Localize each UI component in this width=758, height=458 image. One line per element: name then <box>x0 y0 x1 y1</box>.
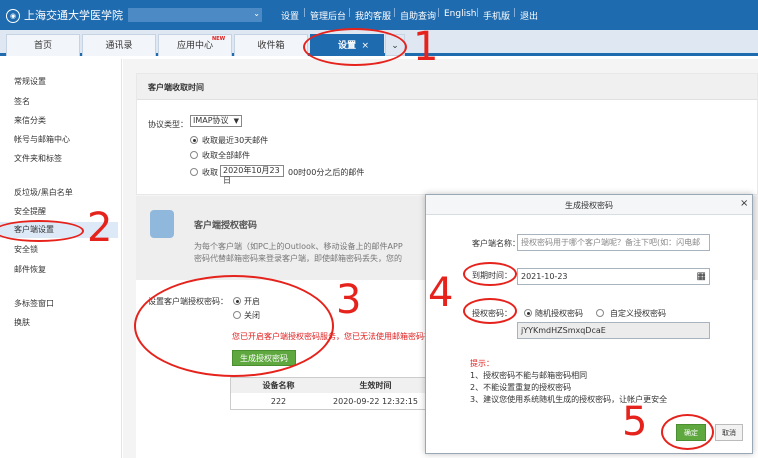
annotation-ring-3 <box>134 275 334 377</box>
tab-home[interactable]: 首页 <box>6 34 80 56</box>
calendar-icon[interactable]: ▦ <box>697 269 706 284</box>
protocol-label: 协议类型： <box>148 120 188 129</box>
tips-title: 提示： <box>470 359 494 368</box>
chevron-down-icon: ⌄ <box>253 9 260 18</box>
account-switcher[interactable]: ⌄ <box>128 8 262 22</box>
school-name: 上海交通大学医学院 <box>24 9 123 22</box>
table-header-time: 生效时间 <box>326 378 425 393</box>
sidebar-item-general[interactable]: 常规设置 <box>14 76 46 87</box>
close-icon[interactable]: × <box>740 198 748 209</box>
option-all-label: 收取全部邮件 <box>202 151 250 160</box>
annotation-number-3: 3 <box>336 277 362 323</box>
radio-custom-code[interactable] <box>596 309 604 317</box>
auth-code-input[interactable]: jYYKmdHZSmxqDcaE <box>517 322 710 339</box>
annotation-ring-1 <box>303 28 407 66</box>
logout-link[interactable]: 退出 <box>520 9 538 22</box>
cancel-button[interactable]: 取消 <box>715 424 743 441</box>
option-recent-30-label: 收取最近30天邮件 <box>202 136 269 145</box>
client-name-label: 客户端名称： <box>472 239 520 248</box>
custom-code-label: 自定义授权密码 <box>610 309 666 318</box>
support-link[interactable]: 我的客服 <box>355 9 391 22</box>
custom-date-input[interactable]: 2020年10月23日 <box>220 165 284 185</box>
sidebar-item-multi-tab[interactable]: 多标签窗口 <box>14 298 54 309</box>
receive-time-title: 客户端收取时间 <box>148 83 204 92</box>
radio-all-mail[interactable] <box>190 151 198 159</box>
annotation-ring-4b <box>463 298 517 324</box>
link-separator: | <box>348 8 352 18</box>
protocol-value: IMAP协议 <box>193 116 229 125</box>
auth-code-desc-2: 密码代替邮箱密码来登录客户端，即使邮箱密码丢失，您的 <box>194 254 402 263</box>
table-cell-device: 222 <box>270 397 287 406</box>
tab-inbox[interactable]: 收件箱 <box>234 34 308 56</box>
sidebar-item-security-lock[interactable]: 安全锁 <box>14 244 38 255</box>
link-separator: | <box>393 8 397 18</box>
sidebar-item-signature[interactable]: 签名 <box>14 96 30 107</box>
mobile-link[interactable]: 手机版 <box>483 9 510 22</box>
client-device-icon <box>150 210 174 238</box>
radio-custom-date[interactable] <box>190 168 198 176</box>
annotation-number-4: 4 <box>428 270 454 316</box>
settings-link[interactable]: 设置 <box>281 9 299 22</box>
custom-suffix: 00时00分之后的邮件 <box>288 168 365 177</box>
auth-device-table: 设备名称 生效时间 222 2020-09-22 12:32:15 <box>230 377 426 410</box>
receive-time-header <box>137 74 757 100</box>
link-separator: | <box>437 8 441 18</box>
sidebar-item-mail-recovery[interactable]: 邮件恢复 <box>14 264 46 275</box>
custom-prefix: 收取 <box>202 168 218 177</box>
self-service-link[interactable]: 自助查询 <box>400 9 436 22</box>
client-name-input[interactable]: 授权密码用于哪个客户端呢？备注下吧(如：闪电邮 <box>517 234 710 251</box>
sidebar-item-skin[interactable]: 换肤 <box>14 317 30 328</box>
expire-date-value: 2021-10-23 <box>521 272 568 281</box>
table-header-device: 设备名称 <box>231 378 326 393</box>
sidebar-item-accounts[interactable]: 帐号与邮箱中心 <box>14 134 70 145</box>
radio-random-code[interactable] <box>524 309 532 317</box>
random-code-label: 随机授权密码 <box>535 309 583 318</box>
expire-date-input[interactable]: 2021-10-23 ▦ <box>517 268 710 285</box>
sidebar-item-security-alert[interactable]: 安全提醒 <box>14 206 46 217</box>
new-badge: NEW <box>212 36 226 42</box>
link-separator: | <box>513 8 517 18</box>
annotation-ring-4a <box>463 262 517 286</box>
annotation-number-2: 2 <box>87 205 113 251</box>
dropdown-arrow-icon: ▼ <box>233 117 239 125</box>
dialog-title: 生成授权密码 <box>565 201 613 210</box>
tab-contacts[interactable]: 通讯录 <box>82 34 156 56</box>
annotation-number-5: 5 <box>622 399 648 445</box>
school-seal-icon: ◉ <box>6 9 20 23</box>
link-separator: | <box>476 8 480 18</box>
protocol-select[interactable]: IMAP协议 ▼ <box>190 115 242 127</box>
sidebar-item-folders[interactable]: 文件夹和标签 <box>14 153 62 164</box>
radio-recent-30[interactable] <box>190 136 198 144</box>
sidebar-item-antispam[interactable]: 反垃圾/黑白名单 <box>14 187 73 198</box>
link-separator: | <box>303 8 307 18</box>
auth-code-title: 客户端授权密码 <box>194 221 258 231</box>
table-cell-time: 2020-09-22 12:32:15 <box>333 397 418 406</box>
tip-2: 2、不能设置重复的授权密码 <box>470 383 572 392</box>
admin-link[interactable]: 管理后台 <box>310 9 346 22</box>
sidebar-item-filters[interactable]: 来信分类 <box>14 115 46 126</box>
school-logo: ◉ 上海交通大学医学院 <box>6 7 123 23</box>
annotation-number-1: 1 <box>413 24 439 70</box>
annotation-ring-5 <box>661 414 714 450</box>
tip-1: 1、授权密码不能与邮箱密码相同 <box>470 371 588 380</box>
english-link[interactable]: English <box>444 9 477 19</box>
auth-code-desc-1: 为每个客户端（如PC上的Outlook、移动设备上的邮件APP <box>194 242 403 251</box>
